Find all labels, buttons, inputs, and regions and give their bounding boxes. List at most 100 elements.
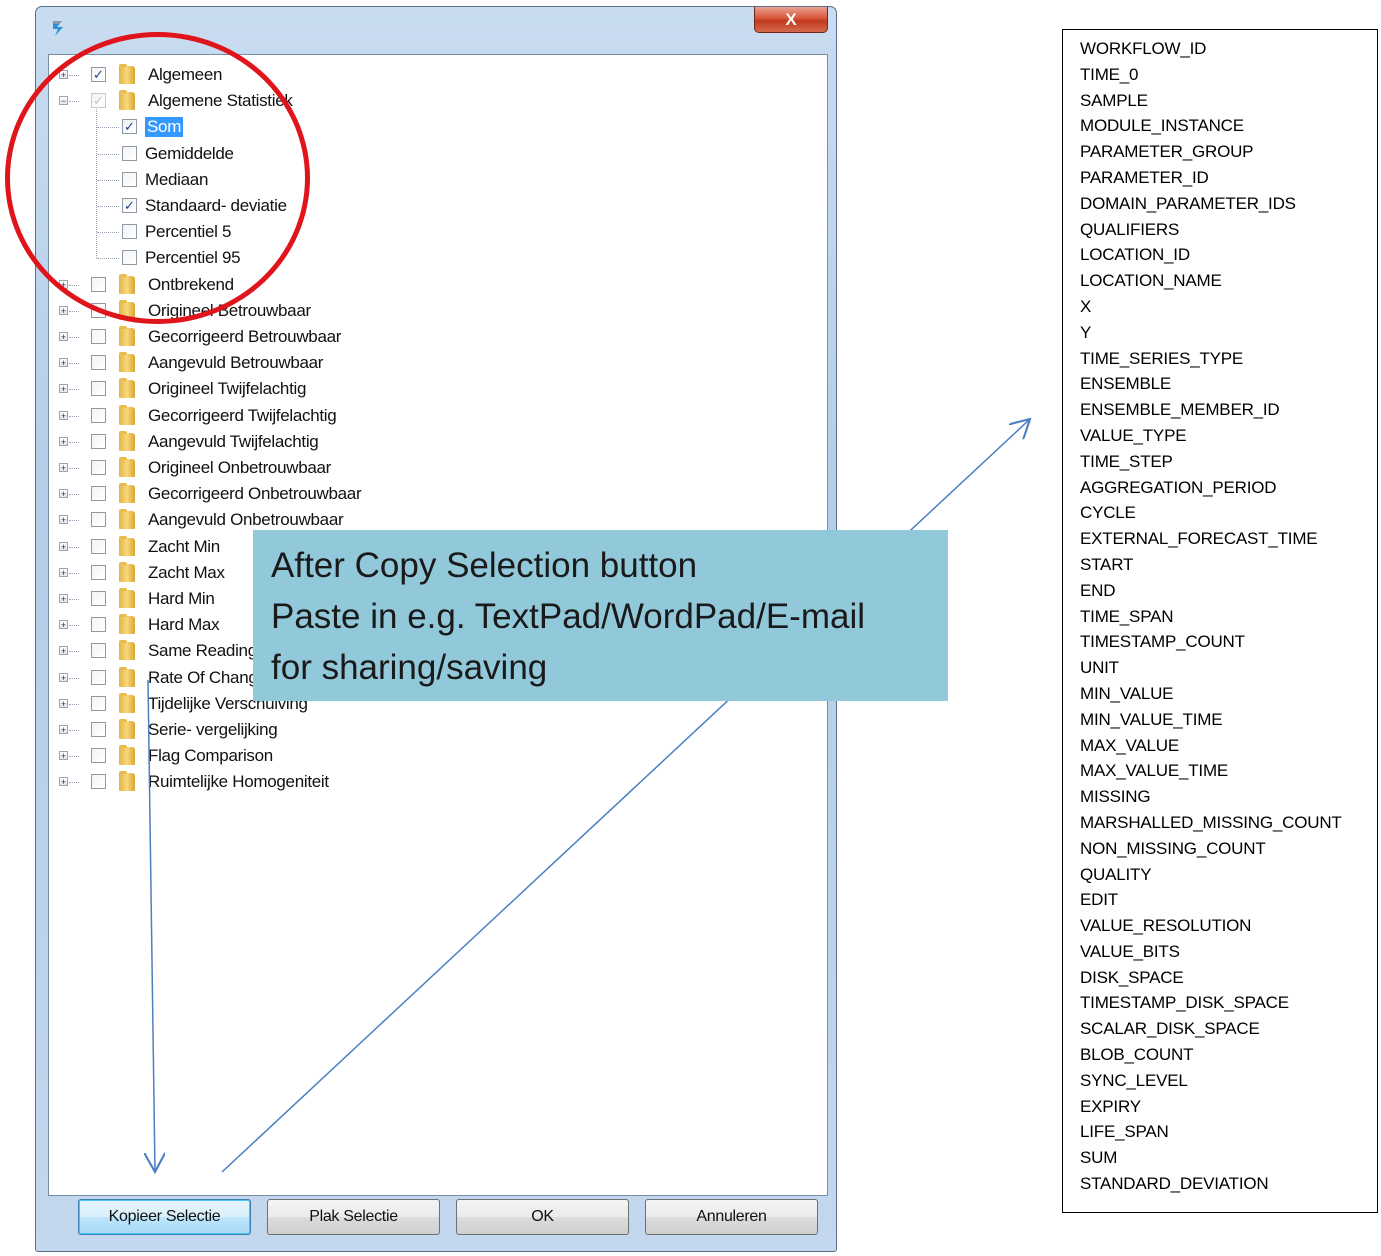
tree-item[interactable]: + Flag Comparison	[49, 744, 809, 770]
expand-icon[interactable]: +	[59, 332, 68, 342]
cancel-button[interactable]: Annuleren	[645, 1199, 818, 1235]
folder-icon	[119, 90, 135, 111]
tree-connector	[69, 337, 79, 338]
tree-connector	[69, 389, 79, 391]
checkbox[interactable]	[91, 748, 106, 764]
folder-icon	[119, 666, 135, 687]
checkbox[interactable]	[122, 171, 137, 187]
expand-icon[interactable]: +	[59, 410, 68, 420]
checkbox[interactable]: ✓	[91, 93, 106, 109]
tree-connector	[69, 730, 79, 731]
expand-icon[interactable]: +	[59, 436, 68, 446]
column-name: X	[1080, 296, 1092, 316]
tree-connector	[97, 179, 119, 181]
checkbox[interactable]	[91, 433, 106, 449]
checkbox[interactable]: ✓	[122, 119, 137, 135]
checkbox[interactable]	[122, 224, 137, 240]
checkbox[interactable]	[91, 460, 106, 475]
collapse-icon[interactable]: −	[59, 96, 68, 106]
column-name: MIN_VALUE_TIME	[1080, 709, 1223, 729]
checkbox[interactable]	[122, 250, 137, 266]
expand-icon[interactable]: +	[59, 725, 68, 735]
expand-icon[interactable]: +	[59, 515, 68, 525]
expand-icon[interactable]: +	[59, 594, 68, 604]
paste-selection-button[interactable]: Plak Selectie	[267, 1199, 440, 1235]
expand-icon[interactable]: +	[59, 279, 68, 289]
tree-connector	[69, 756, 79, 758]
column-name: MIN_VALUE	[1080, 683, 1174, 703]
checkbox[interactable]	[91, 486, 106, 502]
tree-item[interactable]: + Origineel Twijfelachtig	[49, 377, 809, 403]
checkbox[interactable]	[91, 695, 106, 711]
checkbox[interactable]	[91, 329, 106, 344]
checkbox[interactable]	[91, 591, 106, 606]
expand-icon[interactable]: +	[59, 672, 68, 682]
folder-icon	[119, 719, 135, 739]
callout-line-2: Paste in e.g. TextPad/WordPad/E-mail	[271, 597, 866, 636]
column-name: PARAMETER_GROUP	[1080, 142, 1254, 162]
expand-icon[interactable]: +	[59, 384, 68, 394]
checkbox[interactable]: ✓	[91, 67, 106, 82]
column-name: MAX_VALUE	[1080, 735, 1179, 755]
checkbox[interactable]	[91, 669, 106, 685]
folder-icon	[119, 692, 135, 713]
expand-icon[interactable]: +	[59, 489, 68, 499]
tree-item[interactable]: + Serie- vergelijking	[49, 718, 809, 744]
tree-item[interactable]: + Aangevuld Betrouwbaar	[49, 351, 809, 377]
checkbox[interactable]	[91, 538, 106, 554]
checkbox[interactable]	[91, 643, 106, 659]
tree-item[interactable]: + ✓ Algemeen	[49, 63, 809, 89]
folder-icon	[119, 640, 135, 661]
expand-icon[interactable]: +	[59, 305, 68, 315]
tree-item[interactable]: Percentiel 95	[49, 246, 809, 272]
expand-icon[interactable]: +	[59, 567, 68, 577]
tree-item[interactable]: + Ontbrekend	[49, 273, 809, 299]
checkbox[interactable]	[91, 512, 106, 528]
tree-item[interactable]: + Gecorrigeerd Twijfelachtig	[49, 404, 809, 430]
tree-connector	[69, 520, 79, 522]
tree-connector	[69, 651, 79, 653]
copy-selection-button[interactable]: Kopieer Selectie	[78, 1199, 251, 1235]
folder-icon	[119, 614, 135, 635]
expand-icon[interactable]: +	[59, 463, 68, 473]
ok-button[interactable]: OK	[456, 1199, 629, 1235]
tree-item[interactable]: ✓ Som	[49, 115, 809, 141]
app-icon	[53, 21, 63, 36]
expand-icon[interactable]: +	[59, 620, 68, 630]
checkbox[interactable]	[91, 774, 106, 790]
tree-item[interactable]: + Ruimtelijke Homogeniteit	[49, 770, 809, 796]
expand-icon[interactable]: +	[59, 646, 68, 656]
tree-item[interactable]: + Aangevuld Twijfelachtig	[49, 430, 809, 456]
checkbox[interactable]	[91, 617, 106, 633]
tree-item[interactable]: + Origineel Onbetrouwbaar	[49, 456, 809, 482]
close-button[interactable]: X	[754, 7, 828, 33]
checkbox[interactable]	[91, 355, 106, 371]
tree-item[interactable]: − ✓ Algemene Statistiek	[49, 89, 809, 115]
expand-icon[interactable]: +	[59, 70, 68, 80]
expand-icon[interactable]: +	[59, 358, 68, 368]
tree-connector	[97, 153, 119, 155]
tree-item[interactable]: Gemiddelde	[49, 142, 809, 168]
expand-icon[interactable]: +	[59, 777, 68, 787]
expand-icon[interactable]: +	[59, 698, 68, 708]
expand-icon[interactable]: +	[59, 541, 68, 551]
checkbox[interactable]	[91, 564, 106, 580]
tree-item[interactable]: ✓ Standaard- deviatie	[49, 194, 809, 220]
expand-icon[interactable]: +	[59, 751, 68, 761]
tree-item[interactable]: + Gecorrigeerd Betrouwbaar	[49, 325, 809, 351]
checkbox[interactable]	[91, 407, 106, 423]
tree-connector	[69, 494, 79, 496]
checkbox[interactable]	[91, 302, 106, 318]
checkbox[interactable]: ✓	[122, 198, 137, 213]
checkbox[interactable]	[91, 722, 106, 737]
callout-line-3: for sharing/saving	[271, 648, 548, 687]
checkbox[interactable]	[122, 145, 137, 161]
tree-item[interactable]: + Gecorrigeerd Onbetrouwbaar	[49, 482, 809, 508]
tree-item[interactable]: + Origineel Betrouwbaar	[49, 299, 809, 325]
tree-item[interactable]: Mediaan	[49, 168, 809, 194]
checkbox[interactable]	[91, 276, 106, 292]
pasted-column-list: WORKFLOW_ID TIME_0 SAMPLE MODULE_INSTANCE PA…	[1062, 29, 1378, 1213]
tree-item-label: Percentiel 95	[145, 248, 241, 268]
checkbox[interactable]	[91, 381, 106, 397]
tree-item[interactable]: Percentiel 5	[49, 220, 809, 246]
